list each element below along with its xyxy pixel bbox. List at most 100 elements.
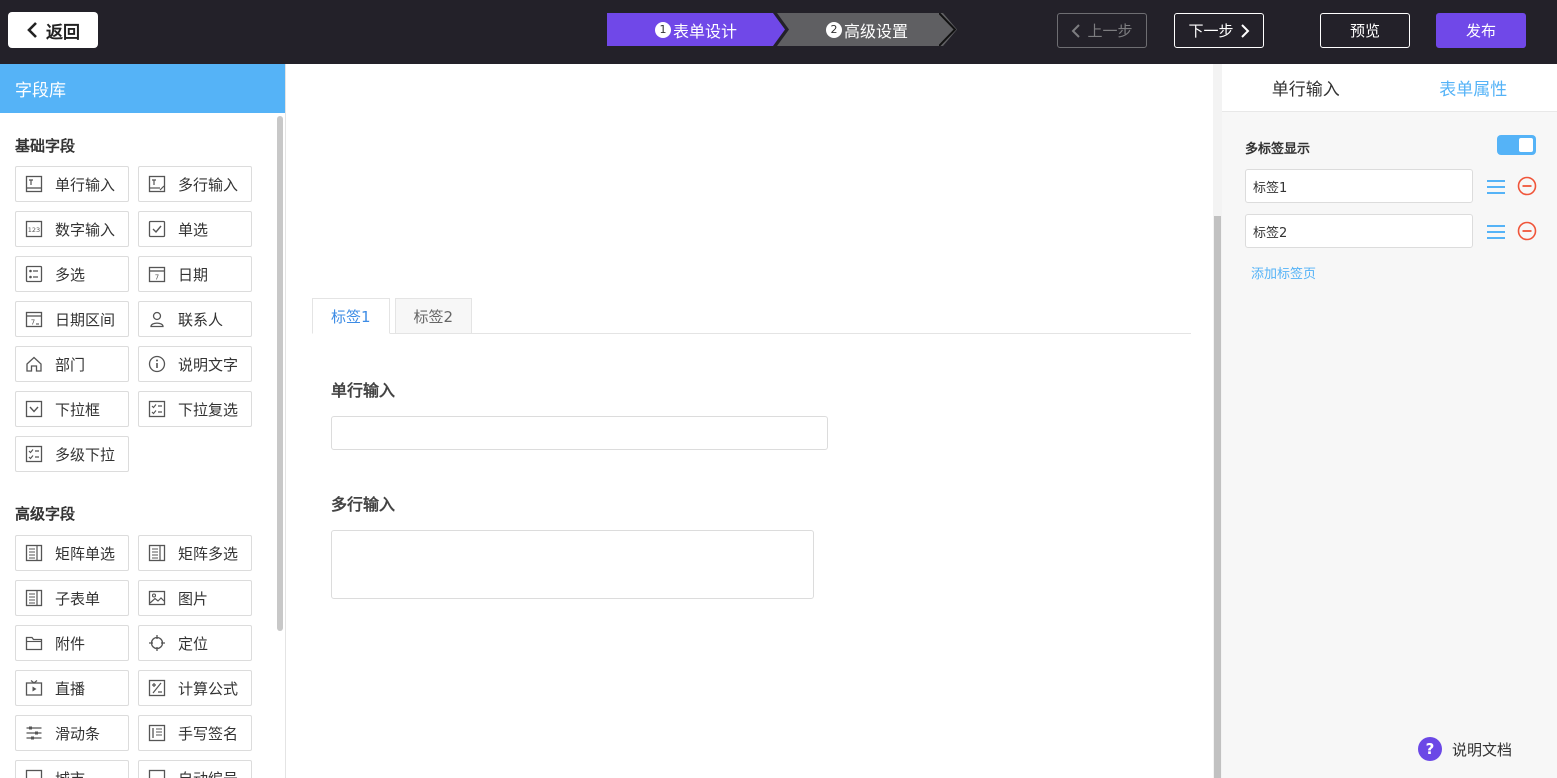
field-contact[interactable]: 联系人: [138, 301, 252, 337]
drag-handle-icon[interactable]: [1487, 178, 1505, 196]
prev-step-button[interactable]: 上一步: [1057, 13, 1147, 48]
field-label: 单选: [178, 220, 209, 239]
tv-icon: [25, 679, 43, 697]
step-advanced-settings[interactable]: 2 高级设置: [777, 13, 957, 46]
toggle-knob: [1519, 138, 1533, 152]
number-icon: 123: [25, 220, 43, 238]
field-attachment[interactable]: 附件: [15, 625, 129, 661]
canvas-scrollbar[interactable]: [1214, 216, 1221, 778]
form-tab-1[interactable]: 标签1: [312, 298, 390, 334]
field-cascade[interactable]: 多级下拉: [15, 436, 129, 472]
multi-label-toggle[interactable]: [1497, 135, 1536, 155]
field-matrix-radio[interactable]: 矩阵单选: [15, 535, 129, 571]
drag-handle-icon[interactable]: [1487, 223, 1505, 241]
field-label: 联系人: [178, 310, 224, 329]
chevron-left-icon: [1072, 23, 1081, 38]
field-dropdown[interactable]: 下拉框: [15, 391, 129, 427]
field-city[interactable]: 城市: [15, 760, 129, 778]
field-label: 多行输入: [178, 175, 239, 194]
field-number[interactable]: 123 数字输入: [15, 211, 129, 247]
auto-number-icon: [148, 769, 166, 778]
field-auto-number[interactable]: 自动编号: [138, 760, 252, 778]
field-formula[interactable]: 计算公式: [138, 670, 252, 706]
folder-icon: [25, 634, 43, 652]
field-dropdown-multi[interactable]: 下拉复选: [138, 391, 252, 427]
field-label: 定位: [178, 634, 209, 653]
matrix-radio-icon: [25, 544, 43, 562]
remove-icon[interactable]: [1517, 221, 1537, 241]
matrix-check-icon: [148, 544, 166, 562]
formula-icon: [148, 679, 166, 697]
field-label: 部门: [55, 355, 86, 374]
radio-check-icon: [148, 220, 166, 238]
single-line-input[interactable]: [331, 416, 828, 450]
remove-icon[interactable]: [1517, 176, 1537, 196]
calendar-icon: 7: [148, 265, 166, 283]
field-live[interactable]: 直播: [15, 670, 129, 706]
advanced-fields-title: 高级字段: [15, 505, 76, 523]
field-department[interactable]: 部门: [15, 346, 129, 382]
add-tab-link[interactable]: 添加标签页: [1251, 263, 1316, 282]
step-indicator: 1 表单设计 2 高级设置: [607, 13, 957, 46]
field-subform[interactable]: 子表单: [15, 580, 129, 616]
tab-name-input-2[interactable]: [1245, 214, 1473, 248]
preview-button[interactable]: 预览: [1320, 13, 1410, 48]
person-icon: [148, 310, 166, 328]
field-checkbox[interactable]: 多选: [15, 256, 129, 292]
field-radio[interactable]: 单选: [138, 211, 252, 247]
field-label: 说明文字: [178, 355, 239, 374]
field-date[interactable]: 7 日期: [138, 256, 252, 292]
step-form-design[interactable]: 1 表单设计: [607, 13, 785, 46]
field-label: 下拉框: [55, 400, 101, 419]
field-multi-line[interactable]: 多行输入: [138, 166, 252, 202]
field-label: 下拉复选: [178, 400, 239, 419]
field-label: 日期: [178, 265, 209, 284]
field-label: 多级下拉: [55, 445, 116, 464]
field-label: 图片: [178, 589, 209, 608]
field-image[interactable]: 图片: [138, 580, 252, 616]
multi-line-label: 多行输入: [331, 495, 396, 514]
field-label: 子表单: [55, 589, 101, 608]
subform-icon: [25, 589, 43, 607]
publish-label: 发布: [1465, 22, 1496, 40]
single-line-label: 单行输入: [331, 381, 396, 400]
svg-text:7: 7: [31, 319, 35, 327]
field-label: 附件: [55, 634, 86, 653]
field-signature[interactable]: 手写签名: [138, 715, 252, 751]
next-step-button[interactable]: 下一步: [1174, 13, 1264, 48]
preview-label: 预览: [1349, 22, 1380, 40]
field-label: 直播: [55, 679, 86, 698]
multi-line-textarea[interactable]: [331, 530, 814, 599]
step-arrow-edge: [939, 13, 957, 46]
multi-label-title: 多标签显示: [1245, 142, 1311, 157]
prev-step-label: 上一步: [1087, 22, 1133, 40]
checkbox-list-icon: [25, 265, 43, 283]
cascade-icon: [25, 445, 43, 463]
tab-form-props[interactable]: 表单属性: [1390, 64, 1557, 111]
field-date-range[interactable]: 7 日期区间: [15, 301, 129, 337]
publish-button[interactable]: 发布: [1436, 13, 1526, 48]
field-location[interactable]: 定位: [138, 625, 252, 661]
city-icon: [25, 769, 43, 778]
field-matrix-check[interactable]: 矩阵多选: [138, 535, 252, 571]
field-single-line[interactable]: 单行输入: [15, 166, 129, 202]
tab-single-line-props[interactable]: 单行输入: [1222, 64, 1390, 111]
form-tab-2[interactable]: 标签2: [394, 298, 473, 334]
step-number: 2: [825, 21, 842, 38]
field-label: 矩阵单选: [55, 544, 116, 563]
tab-name-input-1[interactable]: [1245, 169, 1473, 203]
step-number: 1: [654, 21, 671, 38]
question-icon: ?: [1418, 737, 1442, 761]
field-description[interactable]: 说明文字: [138, 346, 252, 382]
properties-panel: 单行输入 表单属性 多标签显示 添加标签页 ? 说明文档: [1222, 64, 1557, 778]
field-slider[interactable]: 滑动条: [15, 715, 129, 751]
dropdown-icon: [25, 400, 43, 418]
help-doc-link[interactable]: ? 说明文档: [1418, 737, 1512, 761]
field-label: 计算公式: [178, 679, 239, 698]
field-label: 滑动条: [55, 724, 101, 743]
dropdown-multi-icon: [148, 400, 166, 418]
step-label: 表单设计: [672, 21, 737, 41]
back-button[interactable]: 返回: [8, 12, 98, 48]
sidebar-scrollbar[interactable]: [277, 116, 283, 631]
sidebar-title: 字段库: [0, 64, 285, 113]
